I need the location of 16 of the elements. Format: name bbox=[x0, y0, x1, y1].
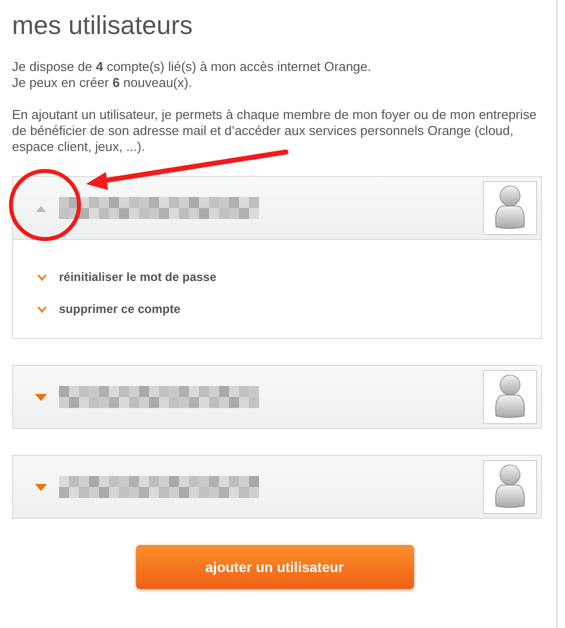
page-title: mes utilisateurs bbox=[12, 10, 194, 41]
chevron-icon bbox=[37, 274, 47, 280]
info-text: Je peux en créer 6 nouveau(x). bbox=[12, 75, 193, 91]
action-link[interactable]: supprimer ce compte bbox=[59, 302, 180, 316]
avatar-icon bbox=[483, 460, 537, 514]
account-header[interactable] bbox=[13, 177, 541, 240]
collapse-icon[interactable] bbox=[35, 204, 47, 212]
expand-icon[interactable] bbox=[35, 394, 47, 400]
annotation-circle bbox=[9, 169, 81, 241]
avatar-icon bbox=[483, 370, 537, 424]
description-text: En ajoutant un utilisateur, je permets à chaque membre de mon foyer ou de mon entreprise de bénéficier de son adresse mail et d’accéder aux services personnels Orange (cloud, espace client, jeux, ...). bbox=[12, 107, 538, 155]
avatar-icon bbox=[483, 181, 537, 235]
chevron-icon bbox=[37, 306, 47, 312]
info-text: Je dispose de 4 compte(s) lié(s) à mon accès internet Orange. bbox=[12, 59, 372, 75]
expand-icon[interactable] bbox=[35, 484, 47, 490]
action-link[interactable]: réinitialiser le mot de passe bbox=[59, 270, 216, 284]
